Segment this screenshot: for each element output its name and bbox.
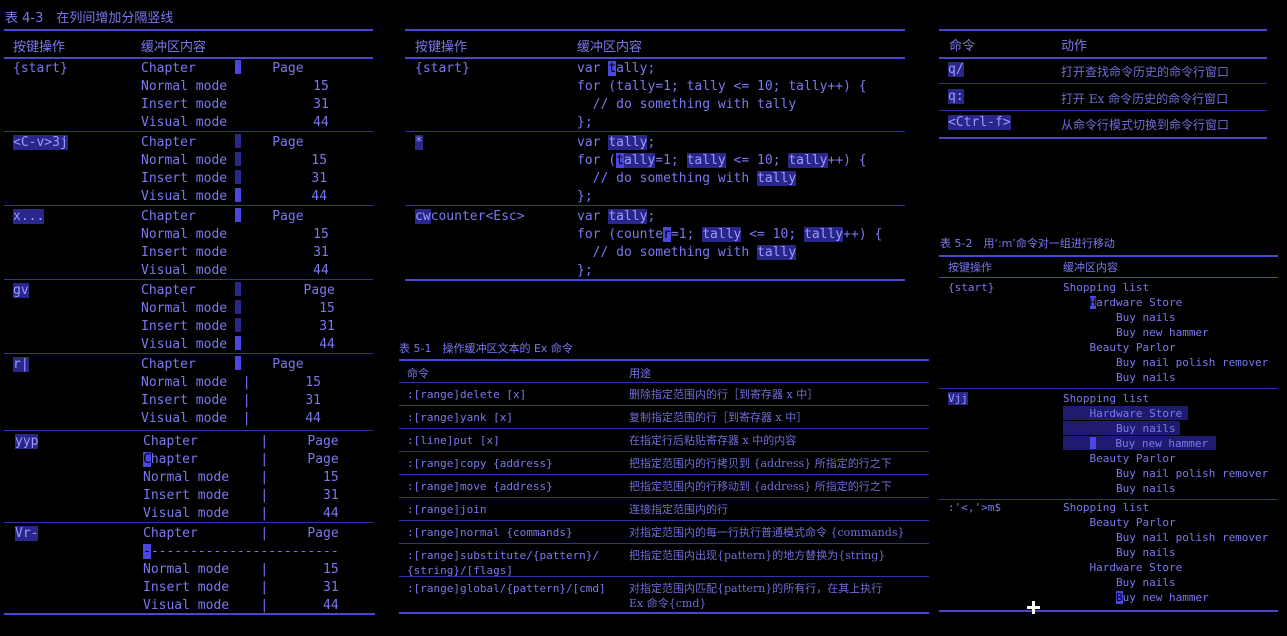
col-header-buffer: 缓冲区内容 <box>577 40 643 55</box>
purpose-cell: 连接指定范围内的行 <box>629 503 728 516</box>
rule <box>4 57 373 59</box>
command-cell: :[range]yank [x] <box>407 411 513 424</box>
key-cell: Vr- <box>15 526 39 541</box>
row-divider <box>399 474 929 475</box>
rule <box>399 612 929 614</box>
row-divider <box>4 279 373 280</box>
command-cell: q/ <box>948 62 964 77</box>
row-divider <box>939 83 1267 84</box>
rule <box>939 137 1267 139</box>
action-cell: 打开 Ex 命令历史的命令行窗口 <box>1061 92 1229 106</box>
row-divider <box>4 430 373 431</box>
buffer-cell: Chapter | Page -------------------------… <box>143 526 339 613</box>
buffer-cell: Chapter Page Normal mode 15 Insert mode … <box>141 282 335 352</box>
row-divider <box>399 451 929 452</box>
purpose-cell: 把指定范围内的行拷贝到 {address} 所指定的行之下 <box>629 457 892 470</box>
buffer-cell: Shopping list Hardware Store Buy nails B… <box>1063 392 1269 495</box>
key-cell: cwcounter<Esc> <box>415 209 525 224</box>
key-cell: <C-v>3j <box>13 135 68 150</box>
row-divider <box>4 131 373 132</box>
row-divider <box>399 497 929 498</box>
row-divider <box>4 205 373 206</box>
key-cell: {start} <box>13 61 68 76</box>
buffer-cell: Chapter Page Normal mode 15 Insert mode … <box>141 60 329 130</box>
action-cell: 打开查找命令历史的命令行窗口 <box>1061 65 1230 79</box>
buffer-cell: var tally; for (tally=1; tally <= 10; ta… <box>577 61 867 130</box>
col-header-purpose: 用途 <box>629 367 651 380</box>
purpose-cell: 复制指定范围的行［到寄存器 x 中］ <box>629 411 808 424</box>
rule <box>4 613 375 615</box>
table-5-2-caption: 表 5-2 用‘:m’命令对一组进行移动 <box>940 237 1115 250</box>
key-cell: r| <box>13 357 29 372</box>
row-divider <box>939 110 1267 111</box>
row-divider <box>939 388 1278 389</box>
col-header-command: 命令 <box>949 39 976 54</box>
table-4-3-caption: 表 4-3 在列间增加分隔竖线 <box>5 11 174 26</box>
purpose-cell: 对指定范围内的每一行执行普通模式命令 {commands} <box>629 526 905 539</box>
row-divider <box>399 405 929 406</box>
row-divider <box>399 520 929 521</box>
col-header-keys: 按键操作 <box>948 261 992 274</box>
buffer-cell: Chapter Page Normal mode 15 Insert mode … <box>141 208 329 278</box>
buffer-cell: var tally; for (tally=1; tally <= 10; ta… <box>577 135 867 204</box>
rule <box>399 359 929 361</box>
rule <box>405 57 905 59</box>
rule <box>939 29 1267 31</box>
key-cell: Vjj <box>948 392 968 405</box>
buffer-cell: Chapter Page Normal mode | 15 Insert mod… <box>141 356 322 426</box>
row-divider <box>405 205 905 206</box>
command-cell: <Ctrl-f> <box>948 115 1011 130</box>
buffer-cell: Shopping list Hardware Store Buy nails B… <box>1063 281 1269 384</box>
buffer-cell: Shopping list Beauty Parlor Buy nail pol… <box>1063 501 1269 604</box>
purpose-cell: 把指定范围内出现{pattern}的地方替换为{string} <box>629 549 886 562</box>
action-cell: 从命令行模式切换到命令行窗口 <box>1061 118 1230 132</box>
buffer-cell: Chapter | Page Chapter | Page Normal mod… <box>143 434 339 521</box>
purpose-cell: 删除指定范围内的行［到寄存器 x 中］ <box>629 388 819 401</box>
row-divider <box>939 277 1278 278</box>
key-cell: {start} <box>415 61 470 76</box>
row-divider <box>4 522 373 523</box>
col-header-buffer: 缓冲区内容 <box>1063 261 1118 274</box>
command-cell: :[range]join <box>407 503 487 516</box>
rule <box>4 29 373 31</box>
rule <box>939 255 1278 257</box>
command-cell: :[range]global/{pattern}/[cmd] <box>407 582 606 595</box>
key-cell: gv <box>13 283 29 298</box>
col-header-command: 命令 <box>407 367 429 380</box>
key-cell: * <box>415 135 423 150</box>
row-divider <box>399 543 929 544</box>
purpose-cell: 对指定范围内匹配{pattern}的所有行，在其上执行 Ex 命令{cmd} <box>629 582 883 610</box>
row-divider <box>399 382 929 383</box>
col-header-keys: 按键操作 <box>415 40 468 55</box>
command-cell: :[range]substitute/{pattern}/ {string}/[… <box>407 549 600 577</box>
command-cell: :[range]move {address} <box>407 480 553 493</box>
row-divider <box>4 353 373 354</box>
key-cell: x... <box>13 209 45 224</box>
row-divider <box>399 428 929 429</box>
command-cell: :[range]delete [x] <box>407 388 527 401</box>
command-cell: :[range]normal {commands} <box>407 526 573 539</box>
rule <box>939 610 1278 612</box>
col-header-action: 动作 <box>1061 39 1088 54</box>
crosshair-cursor-icon <box>1027 601 1040 614</box>
rule <box>939 57 1267 59</box>
purpose-cell: 把指定范围内的行移动到 {address} 所指定的行之下 <box>629 480 892 493</box>
rule <box>405 279 905 281</box>
key-cell: :'<,'>m$ <box>948 501 1001 514</box>
command-cell: q: <box>948 89 964 104</box>
row-divider <box>399 576 929 577</box>
buffer-cell: Chapter Page Normal mode 15 Insert mode … <box>141 134 328 204</box>
purpose-cell: 在指定行后粘贴寄存器 x 中的内容 <box>629 434 797 447</box>
key-cell: yyp <box>15 434 39 449</box>
table-5-1-caption: 表 5-1 操作缓冲区文本的 Ex 命令 <box>399 342 573 355</box>
command-cell: :[range]copy {address} <box>407 457 553 470</box>
buffer-cell: var tally; for (counter=1; tally <= 10; … <box>577 209 883 278</box>
col-header-keys: 按键操作 <box>13 40 66 55</box>
row-divider <box>405 131 905 132</box>
key-cell: {start} <box>948 281 995 294</box>
rule <box>405 29 905 31</box>
command-cell: :[line]put [x] <box>407 434 500 447</box>
col-header-buffer: 缓冲区内容 <box>141 40 207 55</box>
